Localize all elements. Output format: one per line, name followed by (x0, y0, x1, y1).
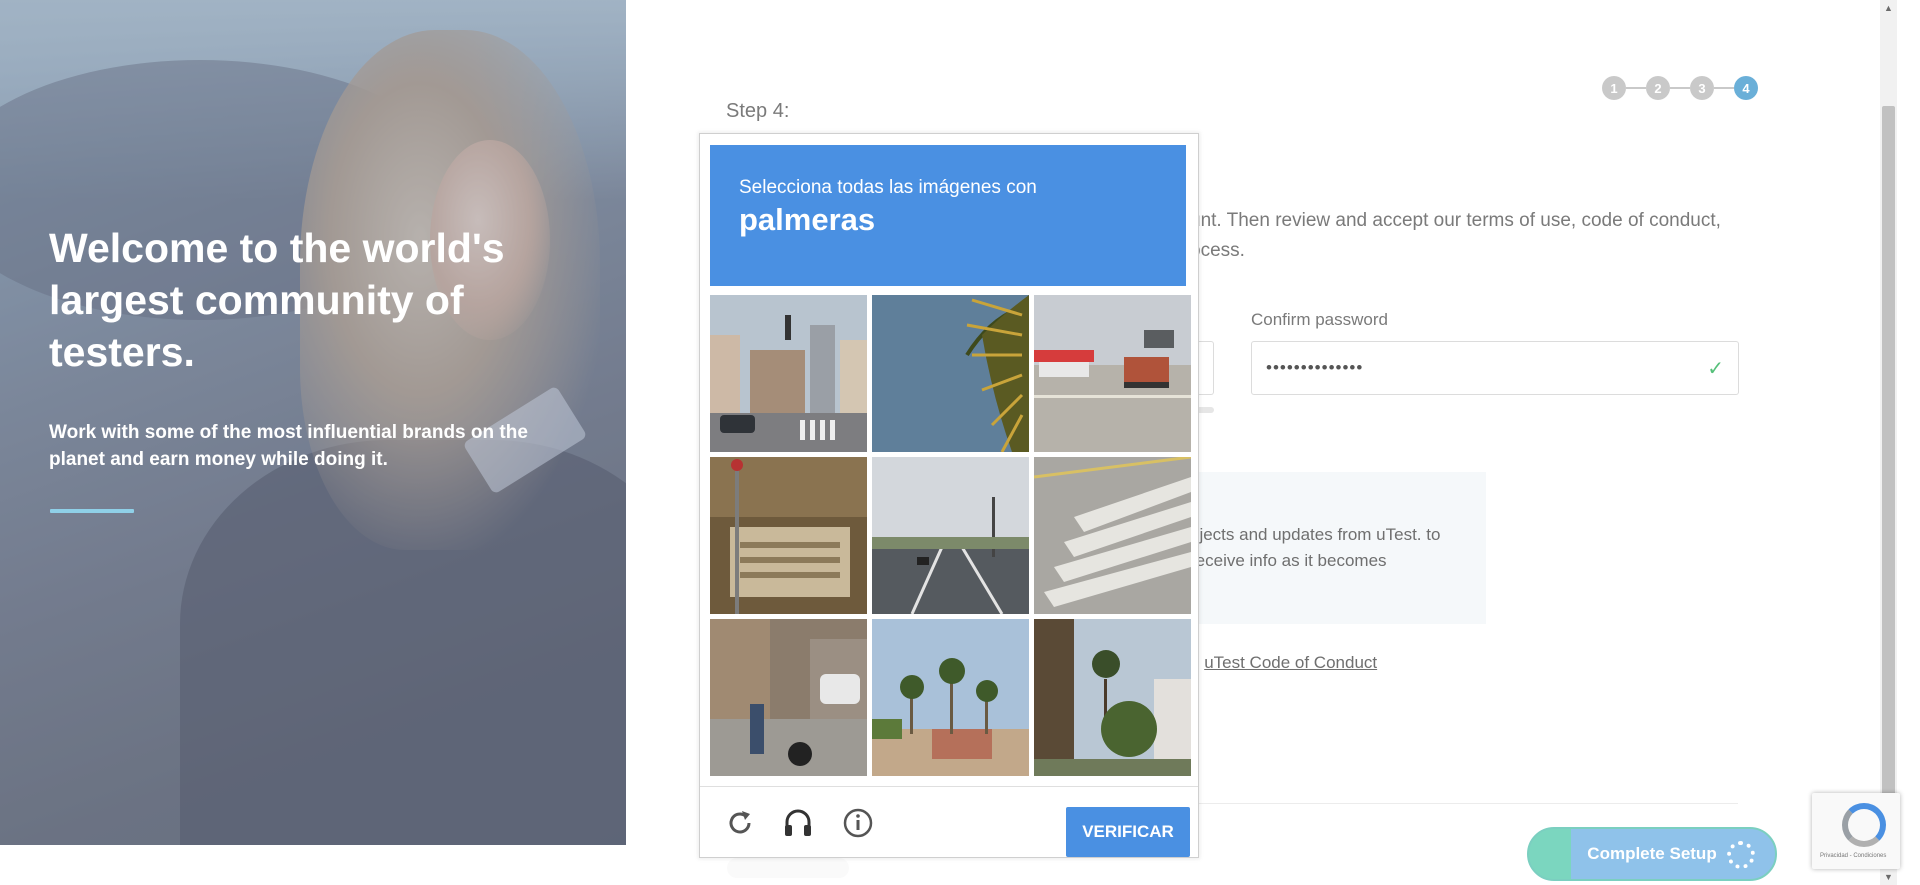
captcha-tile-street-buildings[interactable] (710, 295, 867, 452)
confirm-password-value: •••••••••••••• (1266, 358, 1364, 377)
step-label: Step 4: (726, 100, 790, 122)
hero-accent-bar (50, 509, 134, 513)
captcha-tile-gas-station-truck[interactable] (1034, 295, 1191, 452)
code-of-conduct-line: e uTest Code of Conduct (1190, 653, 1377, 673)
code-of-conduct-link[interactable]: uTest Code of Conduct (1204, 653, 1377, 672)
captcha-tile-building-stairs[interactable] (710, 457, 867, 614)
check-icon: ✓ (1707, 357, 1724, 380)
captcha-tile-trees-buildings[interactable] (1034, 619, 1191, 776)
step-description: unt. Then review and accept our terms of… (1190, 210, 1721, 261)
step-connector (1714, 87, 1734, 89)
confirm-password-input[interactable]: •••••••••••••• ✓ (1251, 341, 1739, 395)
captcha-keyword: palmeras (739, 202, 876, 237)
captcha-instruction: Selecciona todas las imágenes con (739, 177, 1037, 198)
captcha-header: Selecciona todas las imágenes con palmer… (710, 145, 1186, 286)
form-divider (1190, 803, 1738, 804)
step-3-dot: 3 (1690, 76, 1714, 100)
recaptcha-badge-text: Privacidad - Condiciones (1820, 853, 1887, 859)
recaptcha-logo-icon (1842, 803, 1886, 847)
scrollbar-thumb[interactable] (1882, 106, 1895, 856)
step-1-dot: 1 (1602, 76, 1626, 100)
page-scrollbar[interactable]: ▲ ▼ (1880, 0, 1897, 885)
recaptcha-badge[interactable]: Privacidad - Condiciones (1812, 793, 1900, 869)
captcha-tile-crosswalk[interactable] (1034, 457, 1191, 614)
hero-title: Welcome to the world's largest community… (49, 225, 505, 375)
reload-icon[interactable] (718, 801, 762, 845)
captcha-tile-street-palms[interactable] (872, 619, 1029, 776)
captcha-image-grid (710, 295, 1191, 776)
hero-subtitle: Work with some of the most influential b… (49, 422, 528, 470)
captcha-footer: VERIFICAR (700, 786, 1198, 858)
step-indicator: 1 2 3 4 (1602, 76, 1758, 100)
step-2-dot: 2 (1646, 76, 1670, 100)
step-connector (1626, 87, 1646, 89)
newsletter-info-text: ojects and updates from uTest. to receiv… (1190, 525, 1441, 570)
verify-button[interactable]: VERIFICAR (1066, 807, 1190, 857)
captcha-tile-palm-frond-sky[interactable] (872, 295, 1029, 452)
step-4-dot: 4 (1734, 76, 1758, 100)
step-connector (1670, 87, 1690, 89)
newsletter-info-box: ojects and updates from uTest. to receiv… (1190, 472, 1486, 624)
hero-panel: Welcome to the world's largest community… (0, 0, 626, 845)
complete-setup-button[interactable]: Complete Setup (1527, 827, 1777, 881)
loading-spinner-icon (1727, 841, 1755, 869)
scroll-up-arrow-icon[interactable]: ▲ (1880, 0, 1897, 16)
info-icon[interactable] (836, 801, 880, 845)
captcha-tile-road-poles[interactable] (872, 457, 1029, 614)
captcha-tile-sidewalk-motorbike[interactable] (710, 619, 867, 776)
complete-setup-label: Complete Setup (1587, 844, 1717, 863)
scroll-down-arrow-icon[interactable]: ▼ (1880, 869, 1897, 885)
audio-headphones-icon[interactable] (776, 801, 820, 845)
captcha-challenge: Selecciona todas las imágenes con palmer… (699, 133, 1199, 858)
confirm-password-label: Confirm password (1251, 310, 1388, 329)
back-button[interactable] (727, 858, 849, 878)
